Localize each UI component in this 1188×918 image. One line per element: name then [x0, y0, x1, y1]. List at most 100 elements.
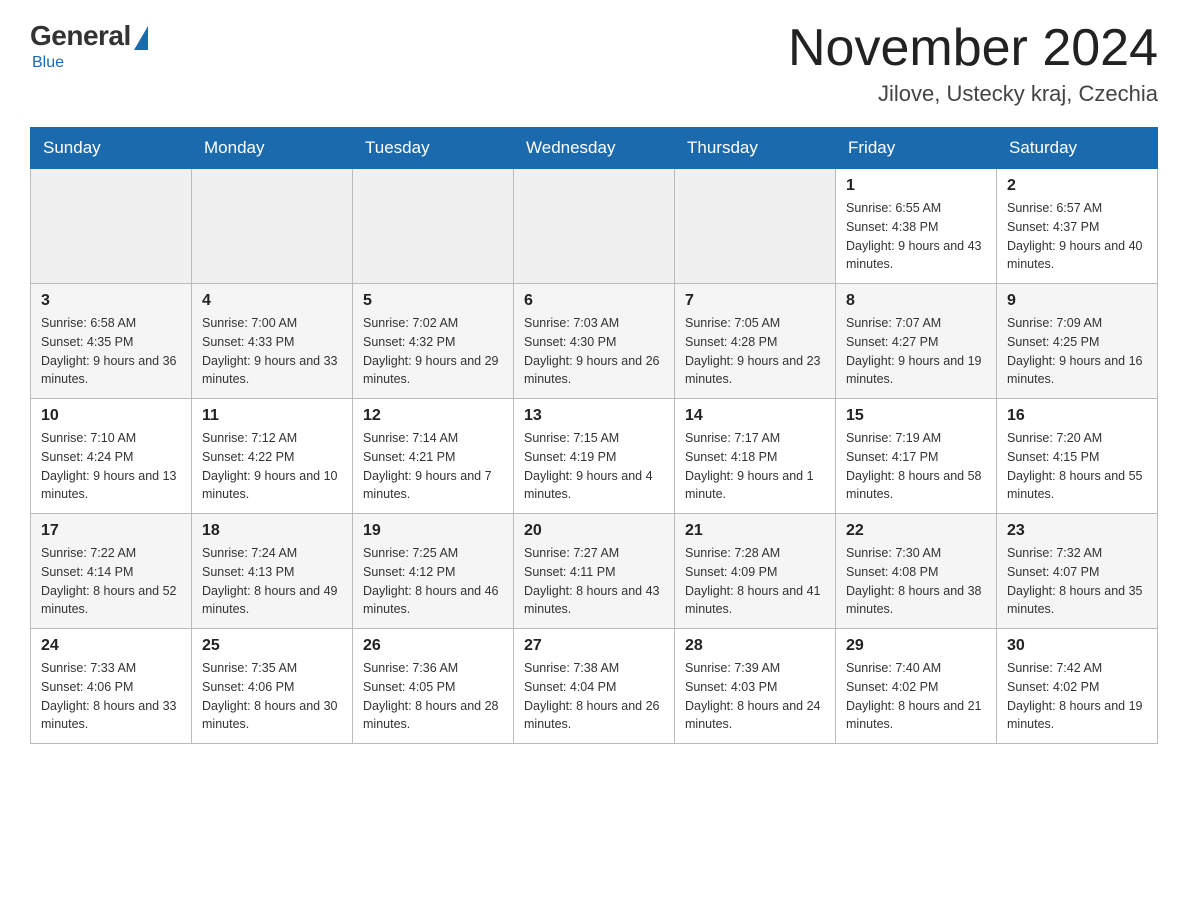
- day-number: 26: [363, 637, 503, 655]
- day-number: 25: [202, 637, 342, 655]
- day-number: 5: [363, 292, 503, 310]
- calendar-day-cell: 9Sunrise: 7:09 AMSunset: 4:25 PMDaylight…: [997, 284, 1158, 399]
- day-number: 10: [41, 407, 181, 425]
- calendar-day-cell: 5Sunrise: 7:02 AMSunset: 4:32 PMDaylight…: [353, 284, 514, 399]
- calendar-day-cell: 25Sunrise: 7:35 AMSunset: 4:06 PMDayligh…: [192, 629, 353, 744]
- calendar-day-cell: 30 Sunrise: 7:42 AMSunset: 4:02 PMDayligh…: [997, 629, 1158, 744]
- calendar-day-cell: [192, 169, 353, 284]
- day-number: 9: [1007, 292, 1147, 310]
- calendar-day-cell: 18Sunrise: 7:24 AMSunset: 4:13 PMDayligh…: [192, 514, 353, 629]
- day-info: Sunrise: 7:39 AMSunset: 4:03 PMDaylight:…: [685, 659, 825, 734]
- day-info: Sunrise: 7:05 AMSunset: 4:28 PMDaylight:…: [685, 314, 825, 389]
- calendar-day-cell: 1Sunrise: 6:55 AMSunset: 4:38 PMDaylight…: [836, 169, 997, 284]
- day-number: 24: [41, 637, 181, 655]
- calendar-day-cell: 15 Sunrise: 7:19 AMSunset: 4:17 PMDayligh…: [836, 399, 997, 514]
- day-of-week-header: Friday: [836, 128, 997, 169]
- day-of-week-header: Tuesday: [353, 128, 514, 169]
- day-number: 12: [363, 407, 503, 425]
- day-info: Sunrise: 7:22 AMSunset: 4:14 PMDaylight:…: [41, 544, 181, 619]
- calendar-day-cell: 10Sunrise: 7:10 AMSunset: 4:24 PMDayligh…: [31, 399, 192, 514]
- day-info: Sunrise: 7:42 AMSunset: 4:02 PMDaylight:…: [1007, 659, 1147, 734]
- day-number: 16: [1007, 407, 1147, 425]
- day-info: Sunrise: 7:25 AMSunset: 4:12 PMDaylight:…: [363, 544, 503, 619]
- day-info: Sunrise: 7:36 AMSunset: 4:05 PMDaylight:…: [363, 659, 503, 734]
- day-info: Sunrise: 7:38 AMSunset: 4:04 PMDaylight:…: [524, 659, 664, 734]
- day-info: Sunrise: 6:57 AMSunset: 4:37 PMDaylight:…: [1007, 199, 1147, 274]
- day-number: 27: [524, 637, 664, 655]
- calendar-day-cell: 3 Sunrise: 6:58 AMSunset: 4:35 PMDaylight…: [31, 284, 192, 399]
- day-number: 6: [524, 292, 664, 310]
- calendar-week-row: 3 Sunrise: 6:58 AMSunset: 4:35 PMDaylight…: [31, 284, 1158, 399]
- calendar-day-cell: 2 Sunrise: 6:57 AMSunset: 4:37 PMDaylight…: [997, 169, 1158, 284]
- day-info: Sunrise: 7:07 AMSunset: 4:27 PMDaylight:…: [846, 314, 986, 389]
- calendar-day-cell: [514, 169, 675, 284]
- day-number: 23: [1007, 522, 1147, 540]
- calendar-day-cell: [675, 169, 836, 284]
- calendar-week-row: 17 Sunrise: 7:22 AMSunset: 4:14 PMDayligh…: [31, 514, 1158, 629]
- day-number: 30: [1007, 637, 1147, 655]
- logo-blue-text: Blue: [32, 54, 64, 72]
- day-info: Sunrise: 7:14 AMSunset: 4:21 PMDaylight:…: [363, 429, 503, 504]
- calendar-header-row: SundayMondayTuesdayWednesdayThursdayFrid…: [31, 128, 1158, 169]
- day-number: 4: [202, 292, 342, 310]
- calendar-day-cell: 4 Sunrise: 7:00 AMSunset: 4:33 PMDaylight…: [192, 284, 353, 399]
- day-of-week-header: Saturday: [997, 128, 1158, 169]
- calendar-day-cell: 14 Sunrise: 7:17 AMSunset: 4:18 PMDayligh…: [675, 399, 836, 514]
- calendar-day-cell: 17 Sunrise: 7:22 AMSunset: 4:14 PMDayligh…: [31, 514, 192, 629]
- day-number: 21: [685, 522, 825, 540]
- calendar-day-cell: 16 Sunrise: 7:20 AMSunset: 4:15 PMDayligh…: [997, 399, 1158, 514]
- calendar-subtitle: Jilove, Ustecky kraj, Czechia: [788, 81, 1158, 107]
- day-info: Sunrise: 7:17 AMSunset: 4:18 PMDaylight:…: [685, 429, 825, 504]
- calendar-day-cell: 19 Sunrise: 7:25 AMSunset: 4:12 PMDayligh…: [353, 514, 514, 629]
- logo: General Blue: [30, 20, 148, 72]
- calendar-day-cell: [31, 169, 192, 284]
- day-number: 19: [363, 522, 503, 540]
- day-info: Sunrise: 7:20 AMSunset: 4:15 PMDaylight:…: [1007, 429, 1147, 504]
- day-number: 7: [685, 292, 825, 310]
- day-of-week-header: Wednesday: [514, 128, 675, 169]
- day-number: 8: [846, 292, 986, 310]
- day-info: Sunrise: 6:58 AMSunset: 4:35 PMDaylight:…: [41, 314, 181, 389]
- day-info: Sunrise: 7:19 AMSunset: 4:17 PMDaylight:…: [846, 429, 986, 504]
- day-of-week-header: Thursday: [675, 128, 836, 169]
- calendar-week-row: 10Sunrise: 7:10 AMSunset: 4:24 PMDayligh…: [31, 399, 1158, 514]
- calendar-day-cell: 20Sunrise: 7:27 AMSunset: 4:11 PMDayligh…: [514, 514, 675, 629]
- day-of-week-header: Sunday: [31, 128, 192, 169]
- day-of-week-header: Monday: [192, 128, 353, 169]
- calendar-week-row: 24 Sunrise: 7:33 AMSunset: 4:06 PMDayligh…: [31, 629, 1158, 744]
- calendar-day-cell: 24 Sunrise: 7:33 AMSunset: 4:06 PMDayligh…: [31, 629, 192, 744]
- calendar-day-cell: 11Sunrise: 7:12 AMSunset: 4:22 PMDayligh…: [192, 399, 353, 514]
- calendar-day-cell: 7 Sunrise: 7:05 AMSunset: 4:28 PMDaylight…: [675, 284, 836, 399]
- calendar-title: November 2024: [788, 20, 1158, 77]
- day-info: Sunrise: 7:40 AMSunset: 4:02 PMDaylight:…: [846, 659, 986, 734]
- day-info: Sunrise: 7:27 AMSunset: 4:11 PMDaylight:…: [524, 544, 664, 619]
- day-number: 17: [41, 522, 181, 540]
- calendar-day-cell: 28 Sunrise: 7:39 AMSunset: 4:03 PMDayligh…: [675, 629, 836, 744]
- calendar-day-cell: 6Sunrise: 7:03 AMSunset: 4:30 PMDaylight…: [514, 284, 675, 399]
- logo-triangle-icon: [134, 26, 148, 50]
- day-info: Sunrise: 7:32 AMSunset: 4:07 PMDaylight:…: [1007, 544, 1147, 619]
- calendar-day-cell: 26 Sunrise: 7:36 AMSunset: 4:05 PMDayligh…: [353, 629, 514, 744]
- day-number: 14: [685, 407, 825, 425]
- day-number: 2: [1007, 177, 1147, 195]
- day-info: Sunrise: 7:00 AMSunset: 4:33 PMDaylight:…: [202, 314, 342, 389]
- calendar-table: SundayMondayTuesdayWednesdayThursdayFrid…: [30, 127, 1158, 744]
- calendar-day-cell: 22Sunrise: 7:30 AMSunset: 4:08 PMDayligh…: [836, 514, 997, 629]
- day-number: 11: [202, 407, 342, 425]
- day-info: Sunrise: 7:24 AMSunset: 4:13 PMDaylight:…: [202, 544, 342, 619]
- calendar-day-cell: 12 Sunrise: 7:14 AMSunset: 4:21 PMDayligh…: [353, 399, 514, 514]
- day-number: 13: [524, 407, 664, 425]
- day-number: 1: [846, 177, 986, 195]
- calendar-day-cell: [353, 169, 514, 284]
- day-number: 15: [846, 407, 986, 425]
- day-number: 3: [41, 292, 181, 310]
- day-info: Sunrise: 7:30 AMSunset: 4:08 PMDaylight:…: [846, 544, 986, 619]
- day-info: Sunrise: 7:33 AMSunset: 4:06 PMDaylight:…: [41, 659, 181, 734]
- calendar-day-cell: 21Sunrise: 7:28 AMSunset: 4:09 PMDayligh…: [675, 514, 836, 629]
- logo-general-text: General: [30, 20, 131, 52]
- calendar-day-cell: 29Sunrise: 7:40 AMSunset: 4:02 PMDayligh…: [836, 629, 997, 744]
- day-number: 28: [685, 637, 825, 655]
- calendar-day-cell: 27 Sunrise: 7:38 AMSunset: 4:04 PMDayligh…: [514, 629, 675, 744]
- calendar-day-cell: 13Sunrise: 7:15 AMSunset: 4:19 PMDayligh…: [514, 399, 675, 514]
- calendar-day-cell: 23 Sunrise: 7:32 AMSunset: 4:07 PMDayligh…: [997, 514, 1158, 629]
